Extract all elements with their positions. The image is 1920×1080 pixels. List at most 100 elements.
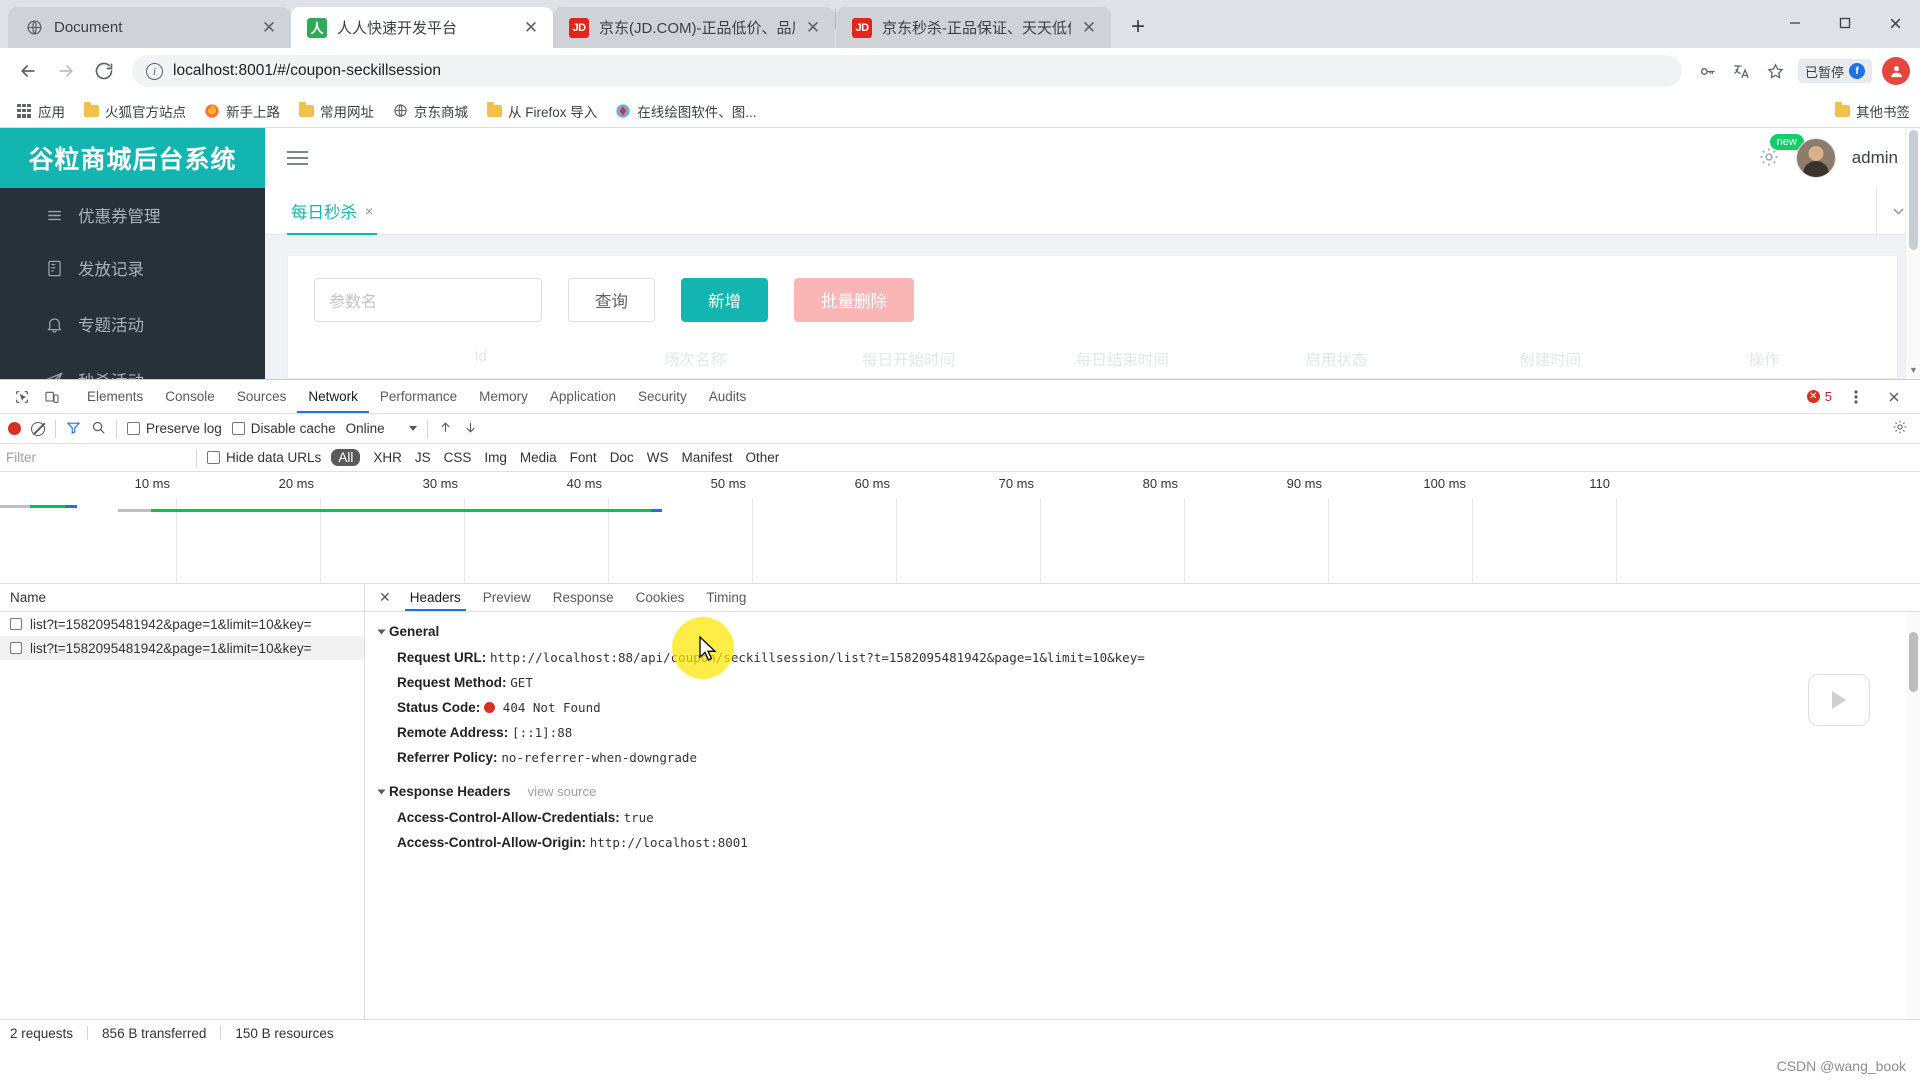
sidebar-item-issue-records[interactable]: 发放记录 [0,240,265,296]
triangle-expand-icon[interactable] [377,789,386,794]
bookmark-drawio[interactable]: 在线绘图软件、图... [607,98,764,124]
triangle-expand-icon[interactable] [377,629,386,634]
devtools-tab-console[interactable]: Console [154,380,226,413]
devtools-tab-performance[interactable]: Performance [369,380,468,413]
bookmark-changyong[interactable]: 常用网址 [290,98,382,124]
devtools-tab-sources[interactable]: Sources [226,380,298,413]
filter-type-css[interactable]: CSS [444,450,472,465]
filter-type-font[interactable]: Font [570,450,597,465]
devtools-tab-elements[interactable]: Elements [76,380,154,413]
error-count-badge[interactable]: ✕ 5 [1806,389,1832,404]
checkbox[interactable] [10,618,22,630]
general-section-title[interactable]: General [377,624,1920,639]
devtools-tab-audits[interactable]: Audits [698,380,758,413]
devtools-tab-memory[interactable]: Memory [468,380,539,413]
filter-type-js[interactable]: JS [415,450,431,465]
sidebar-item-coupon-management[interactable]: 优惠券管理 [0,190,265,240]
star-icon[interactable] [1760,55,1792,87]
scrollbar-thumb[interactable] [1909,632,1918,692]
filter-type-other[interactable]: Other [745,450,779,465]
more-vertical-icon[interactable] [1842,383,1870,411]
gear-icon[interactable] [1892,419,1908,438]
maximize-icon[interactable] [1820,0,1870,46]
sidebar-item-seckill-activity[interactable]: 秒杀活动 [0,352,265,379]
detail-scrollbar[interactable] [1907,612,1920,1019]
table-row[interactable]: list?t=1582095481942&page=1&limit=10&key… [0,636,364,660]
filter-type-img[interactable]: Img [484,450,507,465]
preserve-log-checkbox[interactable]: Preserve log [127,421,222,436]
browser-tab-jd-home[interactable]: JD 京东(JD.COM)-正品低价、品质保 ✕ [553,7,835,48]
tab-close-icon[interactable]: ✕ [1077,16,1101,40]
devtools-tab-security[interactable]: Security [627,380,698,413]
detail-tab-response[interactable]: Response [542,584,625,611]
info-icon[interactable]: i [146,62,163,80]
address-bar[interactable]: i localhost:8001/#/coupon-seckillsession [132,55,1682,87]
search-input[interactable]: 参数名 [314,278,542,322]
tab-close-icon[interactable]: ✕ [257,16,281,40]
user-avatar-icon[interactable] [1795,138,1836,178]
devtools-tab-application[interactable]: Application [539,380,627,413]
detail-tab-preview[interactable]: Preview [472,584,542,611]
detail-tab-headers[interactable]: Headers [399,584,472,611]
filter-type-media[interactable]: Media [520,450,557,465]
bookmark-apps[interactable]: 应用 [8,98,73,124]
browser-tab-renren[interactable]: 人 人人快速开发平台 ✕ [291,7,553,48]
bookmark-firefox-import[interactable]: 从 Firefox 导入 [478,98,605,124]
record-icon[interactable] [8,422,21,435]
device-toolbar-icon[interactable] [38,383,66,411]
hide-data-urls-checkbox[interactable]: Hide data URLs [207,450,321,465]
browser-tab-jd-seckill[interactable]: JD 京东秒杀-正品保证、天天低价、 ✕ [836,7,1111,48]
close-icon[interactable]: ✕ [371,584,399,611]
checkbox[interactable] [207,451,220,464]
bookmark-huohu[interactable]: 火狐官方站点 [75,98,194,124]
throttling-select[interactable]: Online [346,421,417,436]
filter-type-manifest[interactable]: Manifest [681,450,732,465]
filter-type-doc[interactable]: Doc [610,450,634,465]
checkbox[interactable] [127,422,140,435]
hamburger-icon[interactable] [287,151,308,165]
filter-type-all[interactable]: All [331,449,361,466]
detail-tab-cookies[interactable]: Cookies [625,584,696,611]
page-tab-daily-seckill[interactable]: 每日秒杀 × [287,188,378,235]
filter-type-ws[interactable]: WS [647,450,669,465]
clear-icon[interactable] [31,421,45,436]
filter-type-xhr[interactable]: XHR [373,450,402,465]
reload-icon[interactable] [86,53,122,89]
scrollbar-thumb[interactable] [1909,130,1918,250]
sidebar-item-topic-activity[interactable]: 专题活动 [0,296,265,352]
translate-icon[interactable] [1726,55,1758,87]
key-icon[interactable] [1692,55,1724,87]
settings-area[interactable]: new [1758,133,1804,171]
devtools-tab-network[interactable]: Network [297,380,369,413]
checkbox[interactable] [10,642,22,654]
close-icon[interactable] [1880,383,1908,411]
forward-arrow-icon[interactable] [48,53,84,89]
table-row[interactable]: list?t=1582095481942&page=1&limit=10&key… [0,612,364,636]
disable-cache-checkbox[interactable]: Disable cache [231,421,336,436]
bookmarks-overflow[interactable]: 其他书签 [1834,101,1910,121]
bookmark-jd[interactable]: 京东商城 [384,98,476,124]
scroll-down-arrow-icon[interactable]: ▼ [1909,365,1918,375]
bookmark-xinshou[interactable]: 新手上路 [196,98,288,124]
query-button[interactable]: 查询 [568,278,655,322]
batch-delete-button[interactable]: 批量删除 [794,278,914,322]
profile-avatar-icon[interactable] [1882,57,1910,85]
video-play-overlay[interactable] [1808,674,1870,726]
view-source-link[interactable]: view source [528,784,597,799]
tab-close-icon[interactable]: ✕ [801,16,825,40]
tab-close-icon[interactable]: ✕ [519,16,543,40]
import-icon[interactable] [438,420,453,438]
back-arrow-icon[interactable] [10,53,46,89]
new-tab-button[interactable]: + [1119,8,1157,46]
close-icon[interactable] [1870,0,1920,46]
export-icon[interactable] [463,420,478,438]
gear-icon[interactable] [1758,147,1780,171]
filter-icon[interactable] [66,420,81,438]
response-headers-section-title[interactable]: Response Headers view source [377,784,1920,799]
page-tab-close-icon[interactable]: × [365,203,373,219]
checkbox[interactable] [231,422,245,435]
browser-tab-document[interactable]: Document ✕ [8,7,291,48]
filter-input[interactable]: Filter [6,450,186,465]
detail-tab-timing[interactable]: Timing [695,584,757,611]
search-icon[interactable] [91,420,106,438]
